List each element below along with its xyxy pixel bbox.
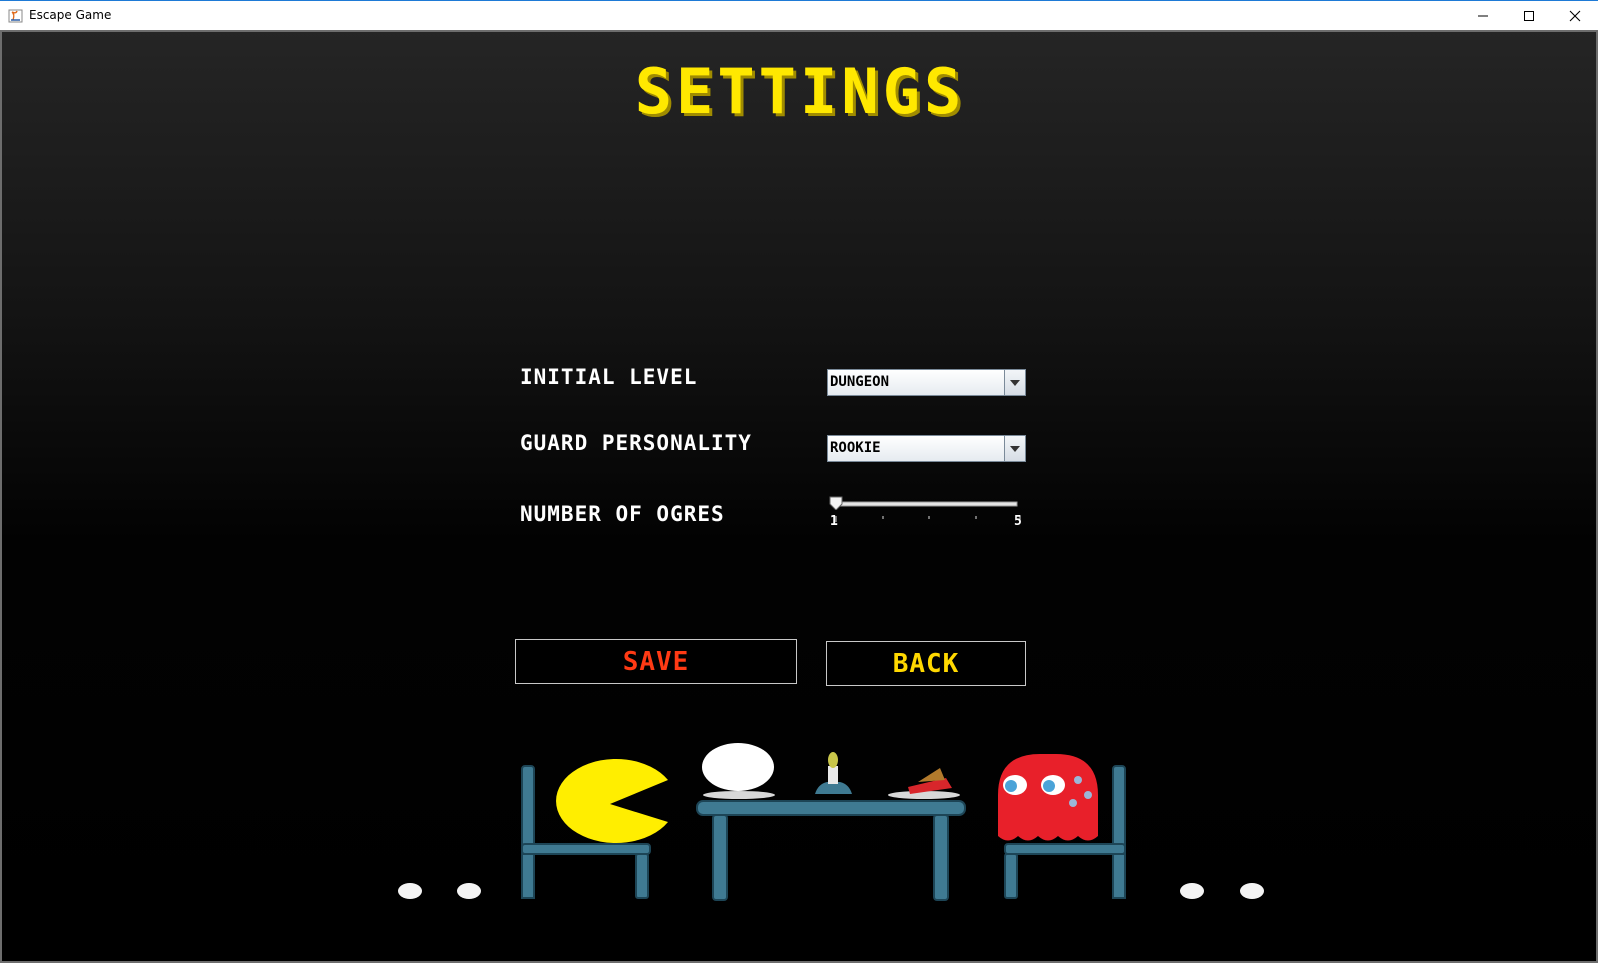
pie-icon: [908, 768, 952, 794]
pacman-icon: [556, 758, 668, 843]
ghost-icon: [998, 754, 1098, 841]
dinner-scene-illustration: [398, 743, 1264, 901]
egg-icon: [702, 743, 774, 791]
table-icon: [696, 800, 966, 901]
candle-icon: [815, 752, 852, 794]
